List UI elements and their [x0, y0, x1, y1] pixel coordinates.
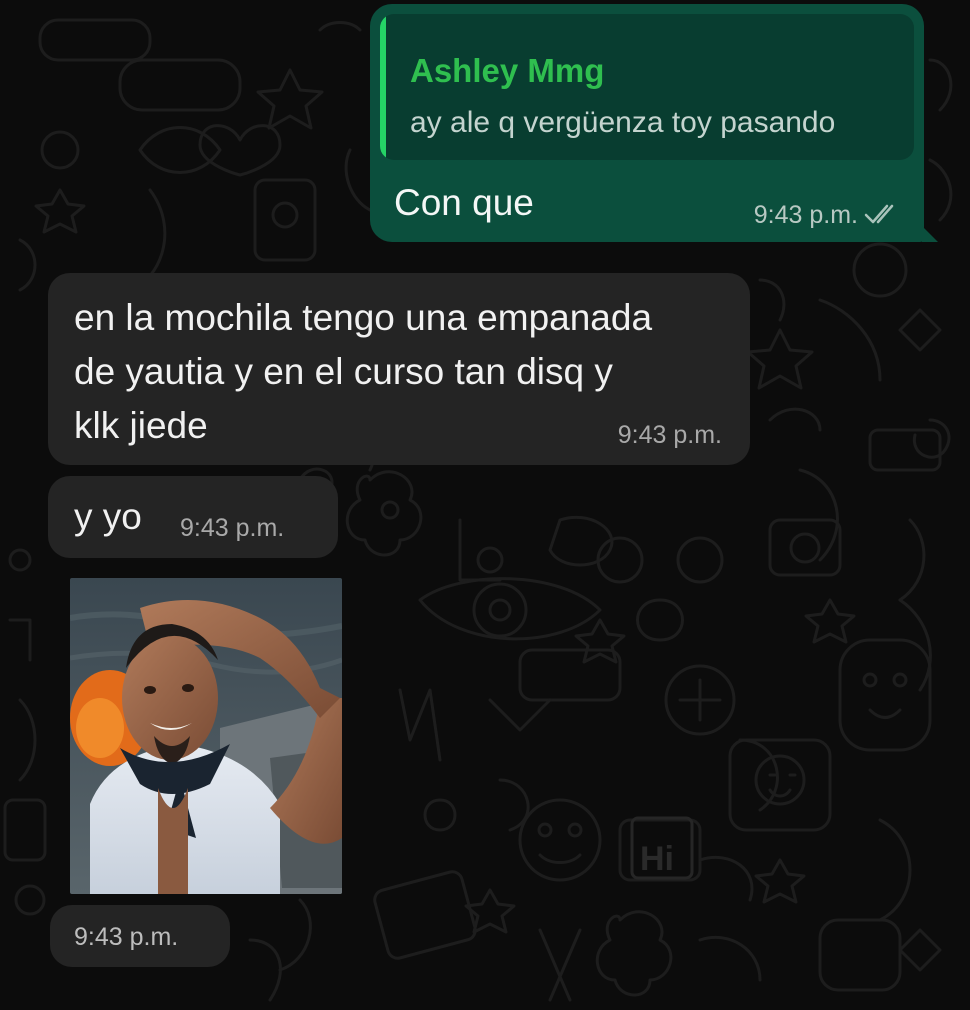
outgoing-bubble-tail	[922, 226, 938, 242]
message-line: klk jiede	[74, 405, 208, 446]
chat-window: Hi Ashley Mmg ay ale q vergüenza toy pas…	[0, 0, 970, 1010]
outgoing-message-time: 9:43 p.m.	[753, 201, 858, 229]
incoming-message-text: y yo	[74, 496, 142, 537]
incoming-message-bubble[interactable]: 9:43 p.m.	[50, 905, 230, 967]
double-check-read-icon	[864, 204, 894, 224]
outgoing-message-bubble[interactable]: Ashley Mmg ay ale q vergüenza toy pasand…	[370, 4, 938, 242]
quoted-reply[interactable]: Ashley Mmg ay ale q vergüenza toy pasand…	[380, 14, 914, 160]
message-line: de yautia y en el curso tan disq y	[74, 351, 613, 392]
incoming-message-bubble[interactable]: en la mochila tengo una empanada de yaut…	[48, 273, 750, 465]
incoming-message-text: en la mochila tengo una empanada de yaut…	[74, 291, 652, 453]
svg-text:Hi: Hi	[640, 840, 674, 878]
gif-image-illustration	[70, 578, 342, 894]
incoming-message-time: 9:43 p.m.	[74, 923, 179, 951]
incoming-message-time: 9:43 p.m.	[617, 421, 722, 449]
outgoing-message-text: Con que	[394, 182, 534, 223]
message-line: en la mochila tengo una empanada	[74, 297, 653, 338]
gif-image[interactable]	[70, 578, 342, 894]
incoming-message-time: 9:43 p.m.	[180, 514, 285, 542]
quoted-text: ay ale q vergüenza toy pasando	[410, 106, 836, 139]
quote-accent-bar	[380, 14, 386, 160]
incoming-message-bubble[interactable]: y yo 9:43 p.m.	[48, 476, 338, 558]
quoted-author: Ashley Mmg	[410, 52, 605, 89]
